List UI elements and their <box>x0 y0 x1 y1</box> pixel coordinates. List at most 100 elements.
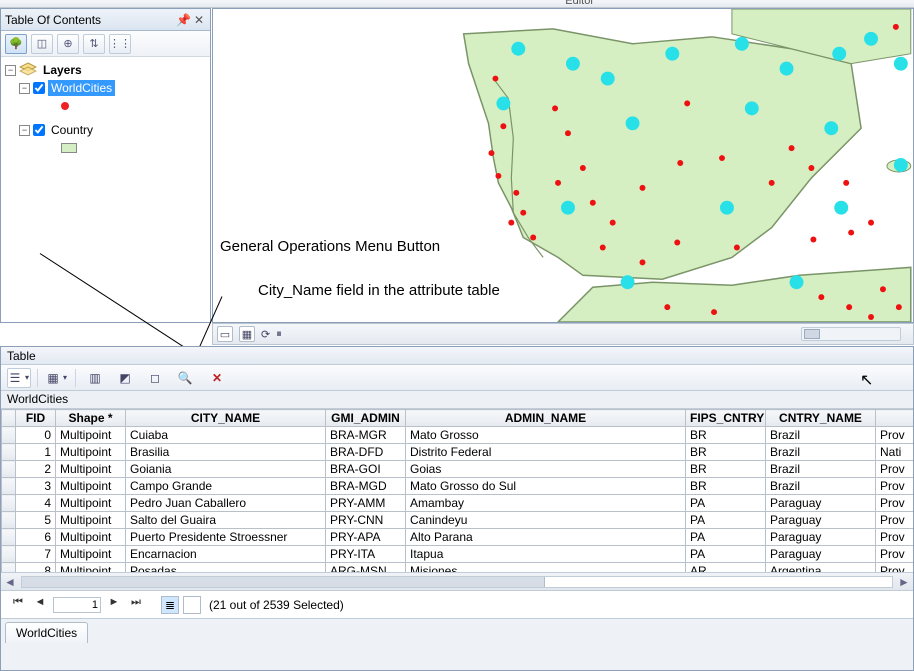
pause-icon[interactable]: ⏸ <box>276 328 282 341</box>
column-header[interactable]: ADMIN_NAME <box>406 410 686 427</box>
cell[interactable]: PA <box>686 529 766 546</box>
table-row[interactable]: 1MultipointBrasiliaBRA-DFDDistrito Feder… <box>2 444 914 461</box>
cell[interactable]: PA <box>686 512 766 529</box>
pin-icon[interactable]: 📌 <box>176 13 190 27</box>
refresh-icon[interactable]: ⟳ <box>261 328 270 341</box>
cell[interactable]: Cuiaba <box>126 427 326 444</box>
scroll-right-icon[interactable]: ► <box>895 575 913 589</box>
table-row[interactable]: 4MultipointPedro Juan CaballeroPRY-AMMAm… <box>2 495 914 512</box>
cell[interactable]: Multipoint <box>56 495 126 512</box>
cell[interactable]: Prov <box>876 427 914 444</box>
cell[interactable]: 8 <box>16 563 56 574</box>
cell[interactable]: AR <box>686 563 766 574</box>
cell[interactable]: Itapua <box>406 546 686 563</box>
cell[interactable]: Multipoint <box>56 478 126 495</box>
tree-symbol-country[interactable] <box>61 139 206 157</box>
last-record-button[interactable]: ⏭ <box>127 596 145 614</box>
tree-item-worldcities[interactable]: − WorldCities <box>19 79 206 97</box>
cell[interactable]: BR <box>686 461 766 478</box>
cell[interactable]: 3 <box>16 478 56 495</box>
cell[interactable]: Prov <box>876 512 914 529</box>
table-row[interactable]: 8MultipointPosadasARG-MSNMisionesARArgen… <box>2 563 914 574</box>
column-header[interactable]: Shape * <box>56 410 126 427</box>
cell[interactable]: BRA-GOI <box>326 461 406 478</box>
current-record-input[interactable] <box>53 597 101 613</box>
cell[interactable]: BR <box>686 444 766 461</box>
cell[interactable]: Distrito Federal <box>406 444 686 461</box>
table-row[interactable]: 7MultipointEncarnacionPRY-ITAItapuaPAPar… <box>2 546 914 563</box>
cell[interactable]: ARG-MSN <box>326 563 406 574</box>
cell[interactable]: Alto Parana <box>406 529 686 546</box>
cell[interactable]: Multipoint <box>56 461 126 478</box>
list-by-visibility-button[interactable]: ⊕ <box>57 34 79 54</box>
layer-visibility-checkbox[interactable] <box>33 124 45 136</box>
table-row[interactable]: 3MultipointCampo GrandeBRA-MGDMato Gross… <box>2 478 914 495</box>
cell[interactable]: Paraguay <box>766 546 876 563</box>
tree-item-country[interactable]: − Country <box>19 121 206 139</box>
cell[interactable]: PA <box>686 546 766 563</box>
cell[interactable]: Prov <box>876 495 914 512</box>
cell[interactable] <box>2 512 16 529</box>
column-header[interactable]: CITY_NAME <box>126 410 326 427</box>
column-header[interactable]: FIPS_CNTRY <box>686 410 766 427</box>
cell[interactable]: Goias <box>406 461 686 478</box>
cell[interactable]: PRY-AMM <box>326 495 406 512</box>
cell[interactable]: Prov <box>876 563 914 574</box>
cell[interactable]: Brazil <box>766 427 876 444</box>
related-tables-button[interactable]: ▦ <box>45 368 69 388</box>
cell[interactable]: Encarnacion <box>126 546 326 563</box>
tree-symbol-worldcities[interactable] <box>61 97 206 115</box>
cell[interactable]: Canindeyu <box>406 512 686 529</box>
list-by-drawing-order-button[interactable]: 🌳 <box>5 34 27 54</box>
cell[interactable]: BRA-DFD <box>326 444 406 461</box>
attribute-grid[interactable]: FIDShape *CITY_NAMEGMI_ADMINADMIN_NAMEFI… <box>1 409 913 573</box>
cell[interactable]: Goiania <box>126 461 326 478</box>
cell[interactable]: Campo Grande <box>126 478 326 495</box>
clear-selection-button[interactable]: ◻ <box>143 368 167 388</box>
cell[interactable]: BRA-MGD <box>326 478 406 495</box>
map-view[interactable] <box>212 8 914 323</box>
cell[interactable]: Pedro Juan Caballero <box>126 495 326 512</box>
map-scrollbar[interactable] <box>801 327 901 341</box>
prev-record-button[interactable]: ◄ <box>31 596 49 614</box>
cell[interactable]: Mato Grosso <box>406 427 686 444</box>
select-by-attributes-button[interactable]: ▥ <box>83 368 107 388</box>
table-tab[interactable]: WorldCities <box>5 622 88 643</box>
cell[interactable]: 7 <box>16 546 56 563</box>
cell[interactable]: Multipoint <box>56 444 126 461</box>
cell[interactable]: Salto del Guaira <box>126 512 326 529</box>
column-header[interactable]: GMI_ADMIN <box>326 410 406 427</box>
cell[interactable]: Prov <box>876 461 914 478</box>
close-icon[interactable]: ✕ <box>192 13 206 27</box>
cell[interactable] <box>2 529 16 546</box>
show-selected-records-button[interactable]: ▤ <box>183 596 201 614</box>
cell[interactable]: Mato Grosso do Sul <box>406 478 686 495</box>
collapse-icon[interactable]: − <box>5 65 16 76</box>
cell[interactable]: Multipoint <box>56 529 126 546</box>
cell[interactable]: 6 <box>16 529 56 546</box>
data-view-button[interactable]: ▭ <box>217 326 233 342</box>
collapse-icon[interactable]: − <box>19 83 30 94</box>
cell[interactable] <box>2 444 16 461</box>
layer-visibility-checkbox[interactable] <box>33 82 45 94</box>
cell[interactable]: Misiones <box>406 563 686 574</box>
cell[interactable]: Argentina <box>766 563 876 574</box>
cell[interactable]: BR <box>686 427 766 444</box>
cell[interactable]: 2 <box>16 461 56 478</box>
cell[interactable]: Multipoint <box>56 512 126 529</box>
scroll-left-icon[interactable]: ◄ <box>1 575 19 589</box>
cell[interactable]: Brazil <box>766 461 876 478</box>
cell[interactable] <box>2 546 16 563</box>
table-row[interactable]: 0MultipointCuiabaBRA-MGRMato GrossoBRBra… <box>2 427 914 444</box>
cell[interactable]: 1 <box>16 444 56 461</box>
cell[interactable]: Amambay <box>406 495 686 512</box>
cell[interactable] <box>2 461 16 478</box>
cell[interactable]: Multipoint <box>56 546 126 563</box>
cell[interactable]: 5 <box>16 512 56 529</box>
cell[interactable]: 0 <box>16 427 56 444</box>
delete-selected-button[interactable]: ✕ <box>205 368 229 388</box>
cell[interactable] <box>2 563 16 574</box>
cell[interactable]: Brazil <box>766 444 876 461</box>
list-by-selection-button[interactable]: ⇅ <box>83 34 105 54</box>
scroll-thumb[interactable] <box>21 576 893 588</box>
